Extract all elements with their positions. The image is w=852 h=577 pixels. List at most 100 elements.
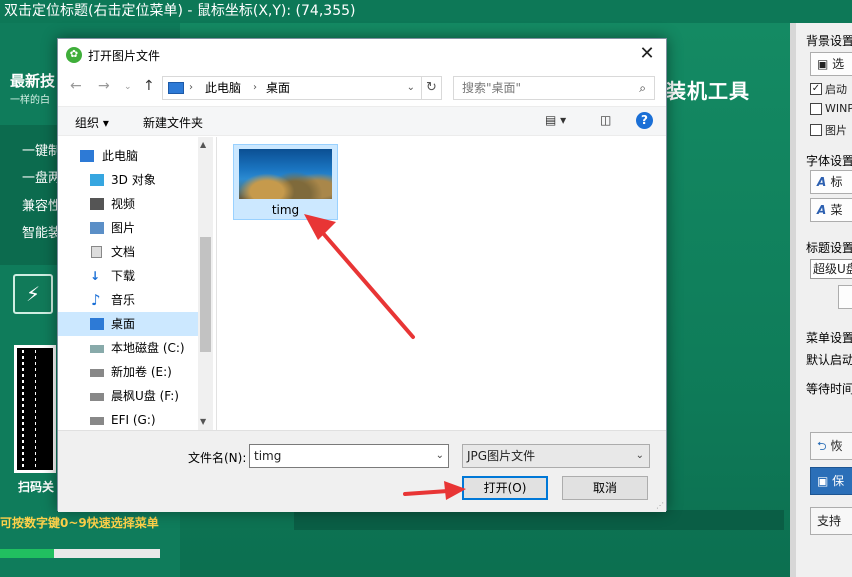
file-list: timg [216, 137, 666, 430]
search-placeholder: 搜索"桌面" [462, 81, 522, 95]
dialog-title: 打开图片文件 [88, 49, 161, 63]
filename-input[interactable]: timg ⌄ [249, 444, 449, 468]
title-settings-label: 标题设置 [806, 241, 852, 255]
chevron-down-icon[interactable]: ⌄ [436, 445, 444, 467]
resize-grip-icon[interactable]: ⋰ [656, 501, 664, 510]
tree-item-pictures[interactable]: 图片 [58, 216, 198, 240]
brand-right-title: 装机工具 [666, 79, 750, 103]
tree-item-this-pc[interactable]: 此电脑 [58, 144, 198, 168]
document-icon [91, 246, 102, 258]
title-font-button[interactable]: A 标 [810, 170, 852, 194]
image-icon: ▣ [817, 57, 833, 71]
image-thumbnail [239, 149, 332, 199]
drive-icon [90, 393, 104, 401]
filename-label: 文件名(N): [188, 451, 247, 465]
brand-title: 最新技 [10, 72, 56, 90]
chevron-right-icon[interactable]: › [253, 77, 257, 99]
open-file-dialog: ✿ 打开图片文件 ✕ ← → ⌄ ↑ › 此电脑 › 桌面 ⌄ ↻ 搜索"桌面"… [57, 38, 667, 512]
tree-item-3d-objects[interactable]: 3D 对象 [58, 168, 198, 192]
navigation-bar: ← → ⌄ ↑ › 此电脑 › 桌面 ⌄ ↻ 搜索"桌面" ⌕ [58, 72, 666, 102]
drive-icon [90, 345, 104, 353]
picture-icon [90, 222, 104, 234]
computer-icon [168, 82, 184, 94]
tree-item-drive-f[interactable]: 晨枫U盘 (F:) [58, 384, 198, 408]
app-logo-icon: ✿ [66, 47, 82, 63]
progress-bar [0, 549, 160, 558]
menu-settings-label: 菜单设置 [806, 331, 852, 345]
checkbox-checked-icon: ✓ [810, 83, 822, 95]
computer-icon [80, 150, 94, 162]
brand-subtitle: 一样的白 [10, 95, 50, 106]
cancel-button[interactable]: 取消 [562, 476, 648, 500]
open-button[interactable]: 打开(O) [462, 476, 548, 500]
video-icon [90, 198, 104, 210]
organize-button[interactable]: 组织 ▾ [75, 114, 109, 131]
font-icon: A [817, 203, 831, 217]
scroll-down-icon[interactable]: ▼ [200, 417, 206, 426]
refresh-icon[interactable]: ↻ [421, 76, 442, 100]
default-start-label: 默认启动 [806, 353, 852, 367]
title-input[interactable]: 超级U盘 [810, 259, 852, 279]
settings-panel: 背景设置 ▣ 选 ✓ 启动 WINP 图片 字体设置 A 标 A 菜 标题设置 超… [790, 23, 852, 577]
tree-item-documents[interactable]: 文档 [58, 240, 198, 264]
forward-arrow-icon[interactable]: → [98, 78, 110, 94]
file-item-timg[interactable]: timg [233, 144, 338, 220]
scrollbar-thumb[interactable] [200, 237, 211, 352]
save-icon: ▣ [817, 474, 833, 488]
window-title-bar: 双击定位标题(右击定位菜单) - 鼠标坐标(X,Y): (74,355) [0, 0, 852, 23]
feature-item: 兼容性 [22, 199, 62, 214]
progress-fill [0, 549, 55, 558]
bottom-strip [294, 510, 784, 530]
search-icon[interactable]: ⌕ [639, 77, 646, 99]
new-folder-button[interactable]: 新建文件夹 [143, 114, 203, 131]
feature-item: 一键制 [22, 144, 62, 159]
chevron-right-icon[interactable]: › [189, 77, 193, 99]
tree-item-music[interactable]: ♪ 音乐 [58, 288, 198, 312]
chevron-down-icon[interactable]: ⌄ [636, 445, 644, 467]
recent-chevron-icon[interactable]: ⌄ [124, 82, 132, 92]
font-settings-label: 字体设置 [806, 154, 852, 168]
font-icon: A [817, 175, 831, 189]
preview-pane-icon[interactable]: ◫ [600, 113, 611, 127]
title-apply-button[interactable] [838, 285, 852, 309]
qr-label: 扫码关 [18, 480, 55, 494]
scroll-up-icon[interactable]: ▲ [200, 140, 206, 149]
image-checkbox[interactable]: 图片 [810, 122, 847, 138]
chevron-down-icon[interactable]: ⌄ [407, 77, 415, 99]
tree-item-videos[interactable]: 视频 [58, 192, 198, 216]
menu-font-button[interactable]: A 菜 [810, 198, 852, 222]
up-arrow-icon[interactable]: ↑ [143, 78, 155, 94]
close-icon[interactable]: ✕ [636, 43, 658, 65]
desktop-icon [90, 318, 104, 330]
tree-item-drive-e[interactable]: 新加卷 (E:) [58, 360, 198, 384]
feature-item: 一盘两 [22, 171, 62, 186]
winpe-checkbox[interactable]: WINP [810, 102, 852, 115]
back-arrow-icon[interactable]: ← [70, 78, 82, 94]
tree-item-drive-g[interactable]: EFI (G:) [58, 408, 198, 430]
search-input[interactable]: 搜索"桌面" ⌕ [453, 76, 655, 100]
wait-time-label: 等待时间 [806, 382, 852, 396]
drive-icon [90, 369, 104, 377]
feature-item: 智能装 [22, 226, 62, 241]
tree-item-drive-c[interactable]: 本地磁盘 (C:) [58, 336, 198, 360]
address-bar[interactable]: › 此电脑 › 桌面 ⌄ [162, 76, 442, 100]
download-icon: ↓ [90, 269, 101, 283]
view-options-icon[interactable]: ▤ ▾ [545, 113, 566, 127]
save-button[interactable]: ▣ 保 [810, 467, 852, 495]
dialog-title-bar: ✿ 打开图片文件 ✕ [58, 39, 666, 70]
menu-hint: 可按数字键0~9快速选择菜单 [0, 516, 159, 530]
qr-code [14, 345, 56, 473]
restore-button[interactable]: ⮌ 恢 [810, 432, 852, 460]
startup-checkbox[interactable]: ✓ 启动 [810, 81, 847, 97]
support-button[interactable]: 支持 [810, 507, 852, 535]
tree-scrollbar[interactable]: ▲ ▼ [198, 137, 213, 430]
filetype-select[interactable]: JPG图片文件 ⌄ [462, 444, 650, 468]
undo-icon: ⮌ [817, 439, 831, 453]
help-icon[interactable]: ? [636, 112, 653, 129]
breadcrumb-this-pc[interactable]: 此电脑 [205, 77, 241, 99]
tree-item-downloads[interactable]: ↓ 下载 [58, 264, 198, 288]
select-background-button[interactable]: ▣ 选 [810, 52, 852, 76]
usb-icon[interactable]: ⚡ [13, 274, 53, 314]
breadcrumb-desktop[interactable]: 桌面 [266, 77, 290, 99]
tree-item-desktop[interactable]: 桌面 [58, 312, 198, 336]
